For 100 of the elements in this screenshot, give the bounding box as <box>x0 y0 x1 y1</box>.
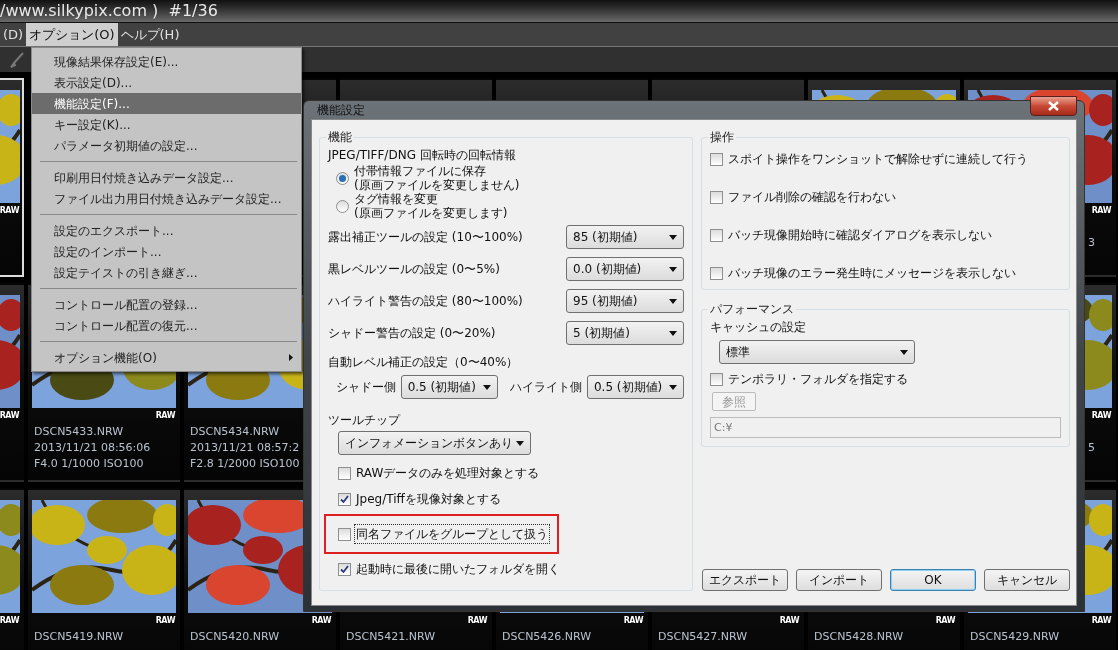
radio-button[interactable] <box>336 171 349 185</box>
dialog-button[interactable]: エクスポート <box>702 569 788 591</box>
setting-label: JPEG/TIFF/DNG 回転時の回転情報 <box>328 147 517 164</box>
checkmark-icon <box>340 494 349 504</box>
option-label: 起動時に最後に開いたフォルダを開く <box>355 561 561 578</box>
dropdown[interactable]: 85 (初期値) <box>566 225 684 249</box>
caret-icon <box>669 234 677 240</box>
caret-icon <box>900 349 908 355</box>
raw-label: RAW <box>779 617 799 625</box>
file-name: DSCN5426.NRW <box>502 630 592 643</box>
caret-icon <box>669 330 677 336</box>
menu-item[interactable]: オプション(O) <box>26 23 118 46</box>
file-name: DSCN5433.NRW <box>34 425 124 438</box>
caret-icon <box>482 384 491 390</box>
checkmark-icon <box>340 564 349 574</box>
checkbox[interactable] <box>338 562 351 576</box>
checkbox[interactable] <box>710 152 723 166</box>
group-title: パフォーマンス <box>709 301 795 318</box>
checkbox[interactable] <box>338 527 351 541</box>
group-title: 機能 <box>327 129 353 146</box>
dialog-button[interactable]: キャンセル <box>984 569 1070 591</box>
radio-label: タグ情報を変更 <box>354 192 439 206</box>
setting-label: シャドー警告の設定 (0〜20%) <box>328 325 496 342</box>
dropdown[interactable]: 95 (初期値) <box>566 289 684 313</box>
caret-icon <box>668 384 677 390</box>
option-label: RAWデータのみを処理対象とする <box>355 465 541 482</box>
menu-option[interactable]: 設定テイストの引き継ぎ... <box>32 262 301 283</box>
raw-label: RAW <box>0 412 19 420</box>
dropdown[interactable]: インフォメーションボタンあり <box>338 431 531 455</box>
setting-label: ハイライト警告の設定 (80〜100%) <box>328 293 523 310</box>
menu-option[interactable]: 表示設定(D)... <box>32 72 301 93</box>
option-label: テンポラリ・フォルダを指定する <box>727 371 909 388</box>
submenu-arrow-icon <box>289 354 293 361</box>
option-label: バッチ現像のエラー発生時にメッセージを表示しない <box>727 265 1017 282</box>
thumbnail-cell[interactable]: RAW DSCN5419.NRW <box>28 488 180 650</box>
raw-label: RAW <box>467 617 487 625</box>
menu-option[interactable]: 機能設定(F)... <box>32 93 301 114</box>
option-label: スポイト操作をワンショットで解除せずに連続して行う <box>727 151 1029 168</box>
radio-button[interactable] <box>336 199 349 213</box>
file-name: DSCN5429.NRW <box>970 630 1060 643</box>
capture-date: 5 <box>1088 441 1095 454</box>
thumbnail-cell[interactable]: RAW <box>0 488 24 650</box>
dropdown[interactable]: 0.5 (初期値) <box>586 375 684 399</box>
checkbox[interactable] <box>338 492 351 506</box>
menu-item[interactable]: ヘルプ(H) <box>117 23 183 46</box>
capture-date: 3 <box>1088 236 1095 249</box>
option-label: Jpeg/Tiffを現像対象とする <box>355 491 502 508</box>
option-label: ファイル削除の確認を行わない <box>727 189 897 206</box>
checkbox[interactable] <box>710 266 723 280</box>
raw-label: RAW <box>0 617 19 625</box>
menu-option[interactable]: 設定のインポート... <box>32 241 301 262</box>
caret-icon <box>669 266 677 272</box>
checkbox[interactable] <box>710 190 723 204</box>
close-button[interactable] <box>1030 96 1077 116</box>
checkbox[interactable] <box>710 228 723 242</box>
thumbnail-cell[interactable]: RAW <box>0 283 24 482</box>
dialog-button[interactable]: OK <box>890 569 976 591</box>
setting-label: ツールチップ <box>328 412 402 429</box>
menu-option[interactable]: 現像結果保存設定(E)... <box>32 51 301 72</box>
capture-date: 2013/11/21 08:57:2 <box>190 441 300 454</box>
menu-item[interactable]: (D) <box>0 23 27 46</box>
raw-label: RAW <box>1091 617 1111 625</box>
setting-label: 黒レベルツールの設定 (0〜5%) <box>328 261 500 278</box>
thumbnail-cell[interactable]: RAW <box>0 78 24 277</box>
raw-label: RAW <box>155 617 175 625</box>
raw-label: RAW <box>155 412 175 420</box>
setting-label: 自動レベル補正の設定（0〜40%） <box>328 354 520 371</box>
setting-label: ハイライト側 <box>510 379 583 396</box>
dropdown[interactable]: 0.5 (初期値) <box>400 375 498 399</box>
dropdown[interactable]: 0.0 (初期値) <box>566 257 684 281</box>
dropdown[interactable]: 標準 <box>719 340 915 364</box>
radio-label: 付帯情報ファイルに保存 <box>354 164 487 178</box>
raw-label: RAW <box>1091 412 1111 420</box>
menu-option[interactable]: ファイル出力用日付焼き込みデータ設定... <box>32 188 301 209</box>
menu-option[interactable]: キー設定(K)... <box>32 114 301 135</box>
dialog-title: 機能設定 <box>316 102 366 119</box>
file-name: DSCN5434.NRW <box>190 425 280 438</box>
checkbox[interactable] <box>338 466 351 480</box>
checkbox[interactable] <box>710 372 723 386</box>
option-label: バッチ現像開始時に確認ダイアログを表示しない <box>727 227 993 244</box>
caret-icon <box>516 440 524 446</box>
file-name: DSCN5421.NRW <box>346 630 436 643</box>
window-title: /www.silkypix.com ) #1/36 <box>0 3 218 19</box>
dialog-button[interactable]: インポート <box>796 569 882 591</box>
raw-label: RAW <box>311 617 331 625</box>
menu-option[interactable]: 印刷用日付焼き込みデータ設定... <box>32 167 301 188</box>
file-name: DSCN5419.NRW <box>34 630 124 643</box>
dropdown[interactable]: 5 (初期値) <box>566 321 684 345</box>
exposure-info: F4.0 1/1000 ISO100 <box>34 457 144 470</box>
setting-label: キャッシュの設定 <box>710 319 807 336</box>
menu-option[interactable]: パラメータ初期値の設定... <box>32 135 301 156</box>
group-title: 操作 <box>709 129 735 146</box>
menu-option[interactable]: 設定のエクスポート... <box>32 220 301 241</box>
raw-label: RAW <box>935 617 955 625</box>
brush-icon[interactable] <box>10 51 24 68</box>
raw-label: RAW <box>1091 207 1111 215</box>
option-label: 同名ファイルをグループとして扱う <box>355 525 549 543</box>
exposure-info: F2.8 1/2000 ISO100 <box>190 457 300 470</box>
file-name: DSCN5420.NRW <box>190 630 280 643</box>
setting-label: 露出補正ツールの設定 (10〜100%) <box>328 229 523 246</box>
